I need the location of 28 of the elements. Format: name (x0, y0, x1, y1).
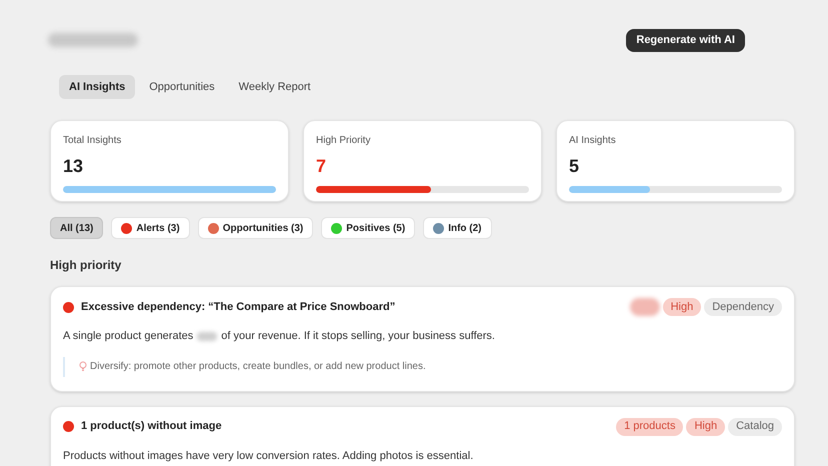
tag: Catalog (728, 418, 782, 436)
filter-chip[interactable]: All (13) (50, 217, 104, 239)
filter-chip[interactable]: Alerts (3) (111, 217, 190, 239)
stat-value: 13 (63, 155, 84, 178)
stat-value: 7 (316, 155, 328, 178)
filter-chip[interactable]: Opportunities (3) (198, 217, 314, 239)
tab[interactable]: AI Insights (59, 75, 136, 99)
lightbulb-icon (79, 361, 87, 372)
filter-chip[interactable]: Positives (5) (321, 217, 416, 239)
tag: High (686, 418, 726, 436)
insight-title: 1 product(s) without image (81, 419, 222, 434)
insight-title: Excessive dependency: “The Compare at Price Snowboard” (81, 300, 396, 315)
blurred-badge (630, 298, 660, 316)
tab[interactable]: Opportunities (139, 75, 225, 99)
tab[interactable]: Weekly Report (228, 75, 321, 99)
section-title: High priority (50, 257, 122, 274)
stat-label: High Priority (316, 134, 372, 148)
insight-description: Products without images have very low conversion rates. Adding photos is essential. (63, 448, 474, 464)
tag: 1 products (616, 418, 684, 436)
tag: Dependency (704, 298, 782, 316)
insight-tip: Diversify: promote other products, create bundles, or add new product lines. (90, 360, 426, 374)
regenerate-button[interactable]: Regenerate with AI (626, 28, 745, 52)
stat-label: AI Insights (569, 134, 617, 148)
tag: High (662, 298, 702, 316)
insight-description: A single product generates of your revenue. If it stops selling, your business suffers. (63, 329, 496, 344)
stat-value: 5 (569, 155, 580, 178)
filter-chip[interactable]: Info (2) (423, 217, 492, 239)
stat-label: Total Insights (63, 134, 122, 148)
